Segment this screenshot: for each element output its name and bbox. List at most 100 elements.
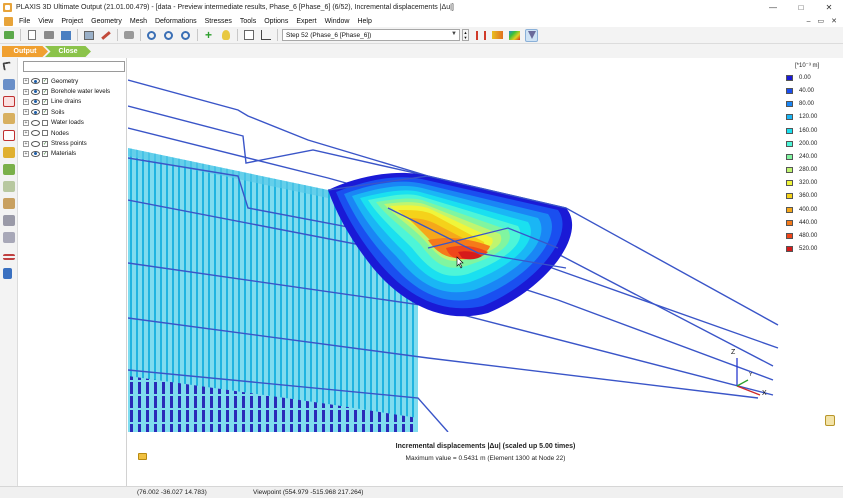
document-close-button[interactable]: ✕: [831, 17, 837, 25]
visibility-checkbox[interactable]: ✓: [42, 78, 48, 85]
folder-icon[interactable]: [138, 453, 147, 460]
eye-icon[interactable]: [31, 130, 40, 137]
rotate-view-icon[interactable]: [3, 79, 15, 90]
expand-icon[interactable]: +: [23, 98, 29, 105]
eye-icon[interactable]: [31, 150, 40, 157]
lock-icon[interactable]: [825, 415, 835, 426]
eye-icon[interactable]: [31, 88, 40, 95]
zoom-out-button[interactable]: [162, 29, 175, 42]
tree-item-borehole-water-levels[interactable]: + ✓ Borehole water levels: [23, 86, 110, 96]
menu-help[interactable]: Help: [354, 18, 376, 25]
menu-mesh[interactable]: Mesh: [127, 18, 152, 25]
select-points-button[interactable]: [219, 29, 232, 42]
expand-icon[interactable]: +: [23, 130, 29, 137]
zoom-in-button[interactable]: [145, 29, 158, 42]
visibility-checkbox[interactable]: ✓: [42, 140, 48, 147]
spin-down-icon[interactable]: ▼: [464, 35, 468, 40]
info-icon[interactable]: [3, 268, 12, 279]
reset-view-button[interactable]: [179, 29, 192, 42]
step-spinner[interactable]: ▲ ▼: [462, 29, 469, 41]
distance-icon[interactable]: [3, 198, 15, 209]
menu-window[interactable]: Window: [322, 18, 355, 25]
expand-icon[interactable]: +: [23, 150, 29, 157]
menu-view[interactable]: View: [35, 18, 58, 25]
hide-soil-icon[interactable]: [3, 147, 15, 158]
tree-item-soils[interactable]: + ✓ Soils: [23, 107, 110, 117]
measure-icon[interactable]: [3, 254, 15, 260]
report-button[interactable]: [25, 29, 38, 42]
explorer-search-input[interactable]: [23, 61, 125, 72]
annotation-icon[interactable]: [3, 181, 15, 192]
minimize-button[interactable]: —: [759, 0, 787, 15]
visibility-checkbox[interactable]: [42, 130, 48, 137]
expand-icon[interactable]: +: [23, 109, 29, 116]
tree-item-geometry[interactable]: + ✓ Geometry: [23, 76, 110, 86]
view-filter-button[interactable]: [525, 28, 538, 42]
eye-icon[interactable]: [31, 78, 40, 85]
menu-options[interactable]: Options: [261, 18, 293, 25]
image-button[interactable]: [82, 29, 95, 42]
tree-item-materials[interactable]: + ✓ Materials: [23, 149, 110, 159]
expand-icon[interactable]: +: [23, 140, 29, 147]
step-selector[interactable]: Step 52 (Phase_6 [Phase_6]) ▼: [282, 29, 460, 41]
animation-button[interactable]: [122, 29, 135, 42]
menu-stresses[interactable]: Stresses: [202, 18, 237, 25]
table-button[interactable]: [242, 29, 255, 42]
tree-item-stress-points[interactable]: + ✓ Stress points: [23, 138, 110, 148]
3d-viewport[interactable]: Z Y X: [128, 58, 843, 432]
tree-item-water-loads[interactable]: + Water loads: [23, 118, 110, 128]
phase-step-button[interactable]: [474, 29, 487, 42]
select-tool-icon[interactable]: [2, 61, 12, 71]
visibility-checkbox[interactable]: ✓: [42, 98, 48, 105]
close-mode-tab[interactable]: Close: [45, 46, 91, 57]
add-section-button[interactable]: +: [202, 29, 215, 42]
chevron-down-icon[interactable]: ▼: [451, 31, 457, 37]
contours-button[interactable]: [508, 29, 521, 42]
red-arrows-icon: [475, 30, 486, 40]
menu-tools[interactable]: Tools: [237, 18, 261, 25]
visibility-checkbox[interactable]: [42, 119, 48, 126]
visibility-checkbox[interactable]: ✓: [42, 150, 48, 157]
menu-file[interactable]: File: [16, 18, 35, 25]
menu-project[interactable]: Project: [58, 18, 88, 25]
export-button[interactable]: [59, 29, 72, 42]
image-icon: [83, 30, 94, 40]
select-points-icon[interactable]: [3, 130, 15, 141]
graph-icon[interactable]: [3, 232, 15, 243]
eye-icon[interactable]: [31, 109, 40, 116]
expand-icon[interactable]: +: [23, 78, 29, 85]
tree-item-line-drains[interactable]: + ✓ Line drains: [23, 97, 110, 107]
drawing-button[interactable]: [99, 29, 112, 42]
expand-icon[interactable]: +: [23, 88, 29, 95]
menu-deformations[interactable]: Deformations: [152, 18, 202, 25]
zoom-box-icon[interactable]: [3, 113, 15, 124]
legend-label: 240.00: [799, 153, 818, 160]
legend-entry: 280.00: [786, 165, 817, 175]
curves-manager-icon[interactable]: [3, 215, 15, 226]
visibility-checkbox[interactable]: ✓: [42, 109, 48, 116]
curves-button[interactable]: [259, 29, 272, 42]
open-project-button[interactable]: [2, 29, 15, 42]
eye-icon[interactable]: [31, 98, 40, 105]
visibility-checkbox[interactable]: ✓: [42, 88, 48, 95]
eye-icon[interactable]: [31, 119, 40, 126]
document-icon[interactable]: [4, 16, 13, 26]
maximize-button[interactable]: □: [787, 0, 815, 15]
shadings-button[interactable]: [491, 29, 504, 42]
output-mode-tab[interactable]: Output: [2, 46, 48, 57]
close-button[interactable]: ✕: [815, 0, 843, 15]
document-minimize-button[interactable]: –: [807, 18, 811, 25]
menu-geometry[interactable]: Geometry: [88, 18, 127, 25]
eye-icon[interactable]: [31, 140, 40, 147]
document-restore-button[interactable]: ▭: [818, 17, 825, 25]
menu-expert[interactable]: Expert: [293, 18, 321, 25]
legend-swatch: [786, 219, 793, 226]
mode-bar: Output Close: [0, 44, 843, 58]
drag-tool-icon[interactable]: [3, 96, 15, 107]
cross-section-icon[interactable]: [3, 164, 15, 175]
print-button[interactable]: [42, 29, 55, 42]
expand-icon[interactable]: +: [23, 119, 29, 126]
tree-item-nodes[interactable]: + Nodes: [23, 128, 110, 138]
toolbar-separator: [237, 29, 238, 41]
tree-item-label: Soils: [51, 108, 65, 116]
